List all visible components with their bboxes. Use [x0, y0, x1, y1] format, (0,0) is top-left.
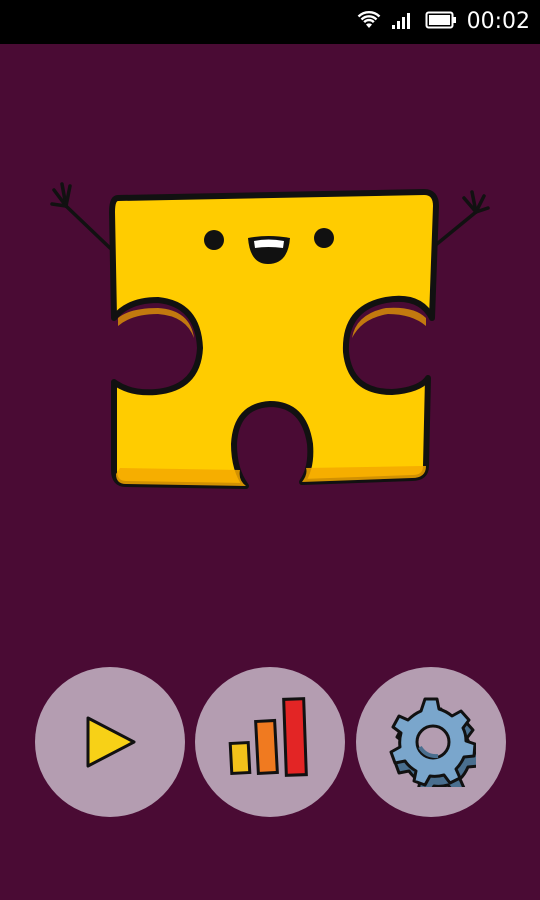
signal-icon [391, 10, 415, 35]
status-icons: 00:02 [357, 0, 530, 44]
battery-icon [425, 10, 457, 35]
gear-icon [386, 697, 476, 787]
settings-button[interactable] [356, 667, 506, 817]
status-time: 00:02 [466, 9, 530, 34]
play-icon [80, 712, 140, 772]
main-menu-screen: 00:02 [0, 0, 540, 900]
bar-chart-icon [225, 697, 315, 787]
stats-button[interactable] [195, 667, 345, 817]
status-bar: 00:02 [0, 0, 540, 44]
puzzle-piece-mascot [40, 168, 500, 508]
play-button[interactable] [35, 667, 185, 817]
wifi-icon [357, 10, 381, 35]
